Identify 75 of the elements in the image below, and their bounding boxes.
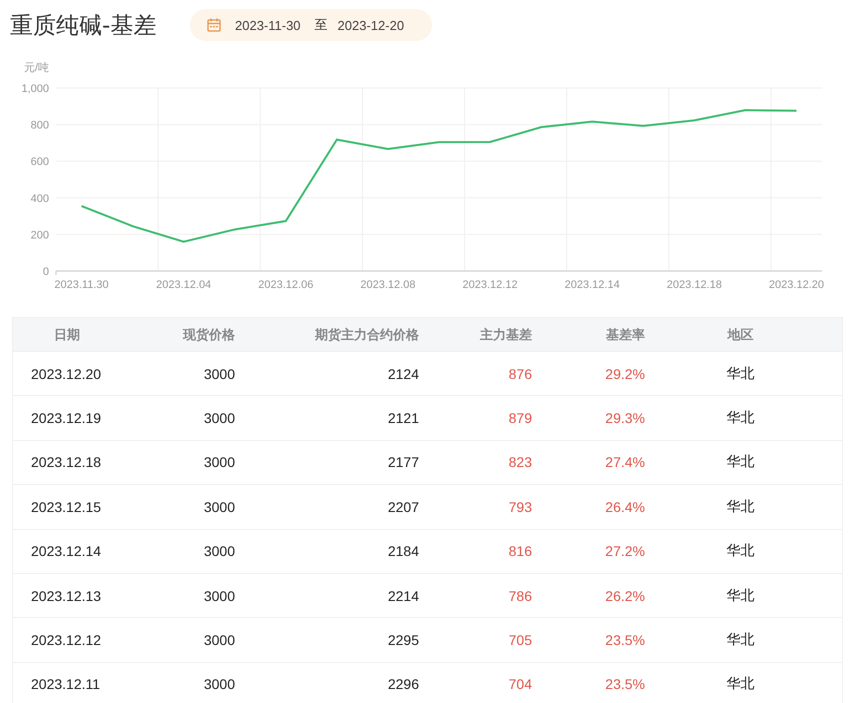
column-header: 现货价格 <box>182 326 235 344</box>
page-title: 重质纯碱-基差 <box>10 12 158 40</box>
table-cell-text: 华北 <box>726 453 756 472</box>
table-cell-text: 华北 <box>726 542 756 560</box>
y-axis-unit: 元/吨 <box>24 62 50 74</box>
table-cell-text: 27.2% <box>604 543 645 560</box>
table-cell-text: 华北 <box>726 498 756 516</box>
table-cell-text: 3000 <box>202 543 235 560</box>
table-cell-text: 华北 <box>726 364 756 383</box>
column-header: 期货主力合约价格 <box>314 326 419 344</box>
table-cell-text: 华北 <box>726 586 756 605</box>
table-cell-text: 3000 <box>202 366 235 382</box>
table-cell-text: 23.5% <box>604 676 645 692</box>
table-cell-text: 876 <box>508 366 532 382</box>
table-cell-text: 3000 <box>202 454 235 470</box>
table-cell-text: 2207 <box>386 498 419 515</box>
table-cell-text: 786 <box>508 588 532 604</box>
column-header: 基差率 <box>605 326 645 344</box>
column-header: 日期 <box>53 326 81 344</box>
table-cell-text: 2121 <box>386 410 419 426</box>
x-axis-label: 2023.11.30 <box>54 279 109 291</box>
table-cell-text: 23.5% <box>604 632 645 648</box>
table-cell-text: 2295 <box>386 632 419 648</box>
table-cell-text: 2023.12.20 <box>30 366 102 382</box>
table-cell-text: 2124 <box>386 366 419 382</box>
table-cell-text: 2214 <box>386 588 419 604</box>
range-separator: 至 <box>314 16 328 34</box>
date-range-picker[interactable]: 2023-11-30 至 2023-12-20 <box>190 9 432 41</box>
calendar-icon <box>207 18 221 32</box>
y-axis-label: 600 <box>30 156 49 168</box>
table-cell-text: 816 <box>508 543 532 560</box>
table-cell-text: 3000 <box>202 632 235 648</box>
table-cell-text: 3000 <box>202 676 235 692</box>
table-cell-text: 3000 <box>202 498 235 515</box>
table-cell-text: 879 <box>508 410 532 426</box>
x-axis-label: 2023.12.12 <box>462 279 518 291</box>
table-cell-text: 2023.12.19 <box>30 410 102 426</box>
table-cell-text: 3000 <box>202 410 235 426</box>
x-axis-label: 2023.12.20 <box>768 279 824 291</box>
table-cell-text: 2023.12.18 <box>30 454 102 470</box>
start-date[interactable]: 2023-11-30 <box>235 18 301 32</box>
end-date[interactable]: 2023-12-20 <box>338 18 404 32</box>
table-cell-text: 2023.12.14 <box>30 543 102 560</box>
table-cell-text: 3000 <box>202 588 235 604</box>
table-cell-text: 华北 <box>726 409 756 428</box>
y-axis-label: 200 <box>30 229 49 242</box>
table-cell-text: 华北 <box>726 631 756 650</box>
x-axis-label: 2023.12.04 <box>156 279 212 291</box>
table-cell-text: 705 <box>508 632 532 648</box>
x-axis-label: 2023.12.08 <box>360 279 416 291</box>
table-cell-text: 29.2% <box>604 366 645 382</box>
table-cell-text: 2023.12.15 <box>30 498 102 515</box>
y-axis-label: 0 <box>42 266 49 278</box>
x-axis-label: 2023.12.18 <box>666 279 722 291</box>
table-cell-text: 2023.12.12 <box>30 632 102 648</box>
table-cell-text: 2177 <box>386 454 419 470</box>
table-cell-text: 2023.12.11 <box>30 676 102 692</box>
table-cell-text: 26.2% <box>604 588 645 604</box>
table-cell-text: 2296 <box>386 676 419 692</box>
column-header: 主力基差 <box>479 326 532 344</box>
table-cell-text: 793 <box>508 498 532 515</box>
table-cell-text: 华北 <box>726 675 756 694</box>
table-cell-text: 26.4% <box>604 498 645 515</box>
table-cell-text: 2184 <box>386 543 419 560</box>
table-cell-text: 823 <box>508 454 532 470</box>
y-axis-label: 400 <box>30 192 49 205</box>
x-axis-label: 2023.12.14 <box>564 279 620 291</box>
x-axis-label: 2023.12.06 <box>258 279 314 291</box>
table-cell-text: 27.4% <box>604 454 645 470</box>
column-header: 地区 <box>726 326 754 344</box>
y-axis-label: 800 <box>30 120 49 132</box>
y-axis-label: 1,000 <box>21 83 49 95</box>
table-cell-text: 29.3% <box>604 410 645 426</box>
table-cell-text: 704 <box>508 676 532 692</box>
table-cell-text: 2023.12.13 <box>30 588 102 604</box>
